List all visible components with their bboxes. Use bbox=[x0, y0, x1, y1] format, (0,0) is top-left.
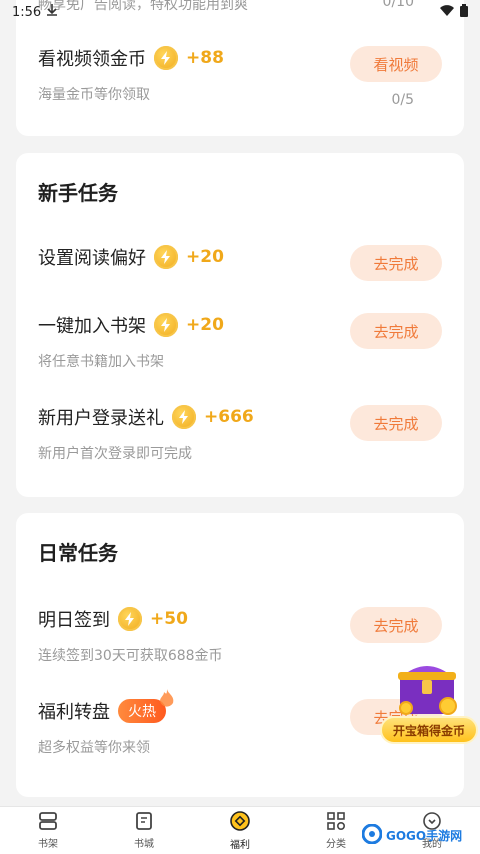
watermark-logo-icon bbox=[361, 823, 383, 847]
bookshelf-icon bbox=[38, 811, 58, 833]
task-progress: 0/5 bbox=[391, 92, 414, 108]
status-bar: 1:56 bbox=[0, 0, 480, 24]
watermark: GOGO手游网 bbox=[361, 820, 472, 850]
tab-label: 福利 bbox=[230, 839, 250, 851]
complete-button[interactable]: 去完成 bbox=[350, 313, 442, 349]
download-icon bbox=[47, 4, 58, 20]
treasure-label: 开宝箱得金币 bbox=[380, 716, 478, 744]
task-desc: 超多权益等你来领 bbox=[38, 740, 150, 756]
bookstore-icon bbox=[135, 811, 153, 833]
task-name: 设置阅读偏好 bbox=[38, 248, 146, 269]
task-name: 新用户登录送礼 bbox=[38, 408, 164, 429]
task-reward: +20 bbox=[186, 247, 224, 267]
treasure-chest-icon bbox=[394, 654, 460, 716]
task-reward: +20 bbox=[186, 315, 224, 335]
tab-label: 分类 bbox=[326, 838, 346, 850]
task-desc: 海量金币等你领取 bbox=[38, 87, 150, 103]
newbie-task-card: 新手任务 设置阅读偏好 +20 去完成 一键加入书架 +20 将任意书籍加入书架… bbox=[16, 153, 464, 497]
coin-icon bbox=[118, 607, 142, 631]
status-time: 1:56 bbox=[12, 4, 42, 20]
tab-label: 书城 bbox=[134, 838, 154, 850]
task-reward: +50 bbox=[150, 609, 188, 629]
watch-video-button[interactable]: 看视频 bbox=[350, 46, 442, 82]
task-name: 明日签到 bbox=[38, 610, 110, 631]
tab-label: 书架 bbox=[38, 838, 58, 850]
tab-bookshelf[interactable]: 书架 bbox=[0, 807, 96, 854]
complete-button[interactable]: 去完成 bbox=[350, 245, 442, 281]
task-desc: 连续签到30天可获取688金币 bbox=[38, 648, 223, 664]
section-title: 日常任务 bbox=[38, 541, 118, 565]
watermark-text: GOGO手游网 bbox=[386, 828, 463, 843]
task-name: 一键加入书架 bbox=[38, 316, 146, 337]
task-name: 福利转盘 bbox=[38, 702, 110, 723]
coin-icon bbox=[154, 245, 178, 269]
complete-button[interactable]: 去完成 bbox=[350, 607, 442, 643]
task-reward: +666 bbox=[204, 407, 254, 427]
treasure-chest-button[interactable]: 开宝箱得金币 bbox=[380, 654, 478, 746]
tab-bookstore[interactable]: 书城 bbox=[96, 807, 192, 854]
hot-badge-label: 火热 bbox=[128, 704, 156, 720]
coin-icon bbox=[172, 405, 196, 429]
task-new-user-login: 新用户登录送礼 +666 新用户首次登录即可完成 去完成 bbox=[38, 403, 442, 463]
battery-icon bbox=[460, 3, 468, 21]
section-title: 新手任务 bbox=[38, 181, 118, 205]
wifi-icon bbox=[440, 4, 454, 20]
welfare-icon bbox=[230, 810, 250, 834]
coin-icon bbox=[154, 46, 178, 70]
task-name: 看视频领金币 bbox=[38, 49, 146, 70]
task-desc: 新用户首次登录即可完成 bbox=[38, 446, 192, 462]
task-desc: 将任意书籍加入书架 bbox=[38, 354, 164, 370]
coin-icon bbox=[154, 313, 178, 337]
hot-badge: 火热 bbox=[118, 689, 174, 723]
task-reward: +88 bbox=[186, 48, 224, 68]
flame-icon bbox=[158, 689, 176, 713]
task-reading-preference: 设置阅读偏好 +20 去完成 bbox=[38, 243, 442, 303]
tab-welfare[interactable]: 福利 bbox=[192, 807, 288, 854]
task-add-bookshelf: 一键加入书架 +20 将任意书籍加入书架 去完成 bbox=[38, 311, 442, 371]
category-icon bbox=[327, 811, 346, 833]
complete-button[interactable]: 去完成 bbox=[350, 405, 442, 441]
task-watch-video: 看视频领金币 +88 海量金币等你领取 看视频 0/5 bbox=[38, 44, 442, 108]
